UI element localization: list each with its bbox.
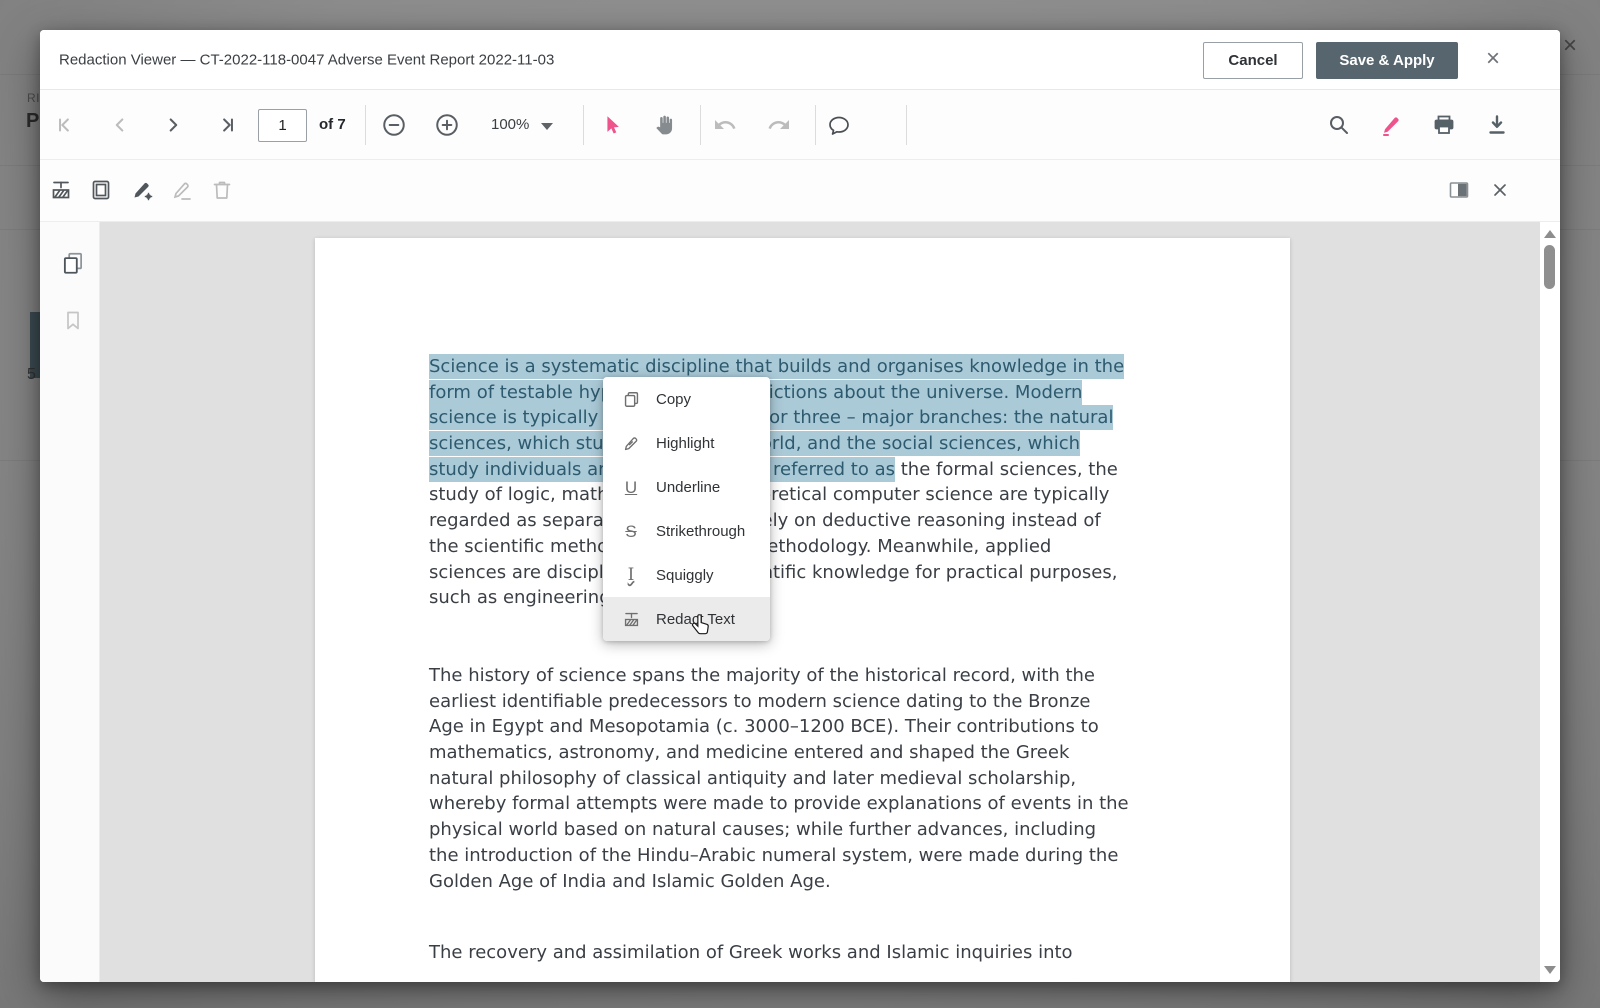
hand-pan-tool-icon[interactable] xyxy=(649,110,679,140)
annotate-pen-icon[interactable] xyxy=(1376,110,1406,140)
underline-icon: U xyxy=(620,476,642,498)
doc-line[interactable]: physical world based on natural causes; … xyxy=(429,817,1209,843)
document-viewer-canvas: Science is a systematic discipline that … xyxy=(40,222,1560,982)
zoom-dropdown-caret-icon[interactable] xyxy=(541,123,553,130)
menu-item-redact[interactable]: Redact Text xyxy=(603,597,770,641)
dialog-title: Redaction Viewer — CT-2022-118-0047 Adve… xyxy=(59,51,554,68)
pen-tool-icon[interactable] xyxy=(167,175,197,205)
zoom-in-button[interactable] xyxy=(432,110,462,140)
vertical-scrollbar[interactable] xyxy=(1540,222,1560,982)
toolbar-divider xyxy=(815,105,816,145)
paragraph-recovery[interactable]: The recovery and assimilation of Greek w… xyxy=(429,940,1209,966)
menu-item-strikethrough[interactable]: S Strikethrough xyxy=(603,509,770,553)
redaction-viewer-dialog: Redaction Viewer — CT-2022-118-0047 Adve… xyxy=(40,30,1560,982)
redact-icon xyxy=(620,608,642,630)
paragraph-history[interactable]: The history of science spans the majorit… xyxy=(429,663,1209,894)
page-thumbnails-icon[interactable] xyxy=(58,248,88,278)
backdrop-truncated-label: RI xyxy=(27,91,40,105)
selected-text[interactable]: science is typically divided into two – … xyxy=(429,405,1113,430)
doc-line[interactable]: Science is a systematic discipline that … xyxy=(429,354,1209,380)
zoom-level-label[interactable]: 100% xyxy=(491,116,529,133)
redact-text-tool-icon[interactable] xyxy=(46,175,76,205)
annotation-toolbar xyxy=(40,160,1560,222)
doc-line[interactable]: study of logic, mathematics, and theoret… xyxy=(429,482,1209,508)
doc-line[interactable]: the scientific method as their main meth… xyxy=(429,534,1209,560)
toolbar-divider xyxy=(365,105,366,145)
backdrop-close-icon: × xyxy=(1563,34,1577,58)
cancel-button[interactable]: Cancel xyxy=(1203,42,1303,79)
doc-line[interactable]: study individuals and societies. While r… xyxy=(429,457,1209,483)
doc-line[interactable]: whereby formal attempts were made to pro… xyxy=(429,791,1209,817)
paragraph-science[interactable]: Science is a systematic discipline that … xyxy=(429,354,1209,611)
undo-button[interactable] xyxy=(710,110,740,140)
annotation-toolbar-close-icon[interactable] xyxy=(1485,175,1515,205)
redact-page-tool-icon[interactable] xyxy=(86,175,116,205)
dialog-header: Redaction Viewer — CT-2022-118-0047 Adve… xyxy=(40,30,1560,90)
download-icon[interactable] xyxy=(1482,110,1512,140)
text-selection-context-menu: Copy Highlight U Underline S Strikethrou… xyxy=(603,377,770,641)
zoom-out-button[interactable] xyxy=(379,110,409,140)
doc-line[interactable]: The recovery and assimilation of Greek w… xyxy=(429,940,1209,966)
highlight-icon xyxy=(620,432,642,454)
doc-line[interactable]: regarded as separate because they rely o… xyxy=(429,508,1209,534)
search-icon[interactable] xyxy=(1324,110,1354,140)
menu-item-underline[interactable]: U Underline xyxy=(603,465,770,509)
viewer-sidebar xyxy=(40,222,100,982)
doc-line[interactable]: earliest identifiable predecessors to mo… xyxy=(429,689,1209,715)
next-page-button[interactable] xyxy=(158,110,188,140)
dialog-close-icon[interactable]: × xyxy=(1480,47,1506,73)
scroll-down-arrow-icon[interactable] xyxy=(1544,966,1556,974)
first-page-button[interactable] xyxy=(51,110,81,140)
scrollbar-thumb[interactable] xyxy=(1544,245,1555,289)
last-page-button[interactable] xyxy=(211,110,241,140)
backdrop-list-number: 5 xyxy=(27,366,36,384)
toolbar-divider xyxy=(700,105,701,145)
doc-line[interactable]: natural philosophy of classical antiquit… xyxy=(429,766,1209,792)
bookmarks-icon[interactable] xyxy=(58,305,88,335)
doc-line[interactable]: form of testable hypotheses and predicti… xyxy=(429,380,1209,406)
viewer-toolbar: of 7 100% xyxy=(40,90,1560,160)
previous-page-button[interactable] xyxy=(105,110,135,140)
menu-item-copy[interactable]: Copy xyxy=(603,377,770,421)
toolbar-divider xyxy=(583,105,584,145)
redo-button[interactable] xyxy=(764,110,794,140)
select-tool-cursor-icon[interactable] xyxy=(597,110,627,140)
menu-item-highlight[interactable]: Highlight xyxy=(603,421,770,465)
delete-annotation-trash-icon[interactable] xyxy=(207,175,237,205)
page-total-label: of 7 xyxy=(319,116,346,133)
menu-item-squiggly[interactable]: I Squiggly xyxy=(603,553,770,597)
page-number-input[interactable] xyxy=(258,109,307,142)
doc-line[interactable]: sciences are disciplines that use scient… xyxy=(429,560,1209,586)
pen-settings-tool-icon[interactable] xyxy=(127,175,157,205)
selected-text[interactable]: Science is a systematic discipline that … xyxy=(429,354,1124,379)
doc-line[interactable]: sciences, which study the physical world… xyxy=(429,431,1209,457)
squiggly-icon: I xyxy=(620,564,642,586)
comment-tool-icon[interactable] xyxy=(824,110,854,140)
strikethrough-icon: S xyxy=(620,520,642,542)
doc-line[interactable]: mathematics, astronomy, and medicine ent… xyxy=(429,740,1209,766)
doc-line[interactable]: the introduction of the Hindu–Arabic num… xyxy=(429,843,1209,869)
print-icon[interactable] xyxy=(1429,110,1459,140)
doc-line[interactable]: Age in Egypt and Mesopotamia (c. 3000–12… xyxy=(429,714,1209,740)
doc-line[interactable]: The history of science spans the majorit… xyxy=(429,663,1209,689)
doc-line[interactable]: such as engineering and medicine. xyxy=(429,585,1209,611)
pdf-page[interactable]: Science is a systematic discipline that … xyxy=(315,238,1290,982)
mouse-pointer-hand-icon xyxy=(688,612,714,643)
doc-line[interactable]: science is typically divided into two – … xyxy=(429,405,1209,431)
toolbar-divider xyxy=(906,105,907,145)
side-panel-toggle-icon[interactable] xyxy=(1444,175,1474,205)
save-apply-button[interactable]: Save & Apply xyxy=(1316,42,1458,79)
scroll-up-arrow-icon[interactable] xyxy=(1544,230,1556,238)
backdrop-truncated-heading: P xyxy=(26,110,39,133)
doc-line[interactable]: Golden Age of India and Islamic Golden A… xyxy=(429,869,1209,895)
copy-icon xyxy=(620,388,642,410)
